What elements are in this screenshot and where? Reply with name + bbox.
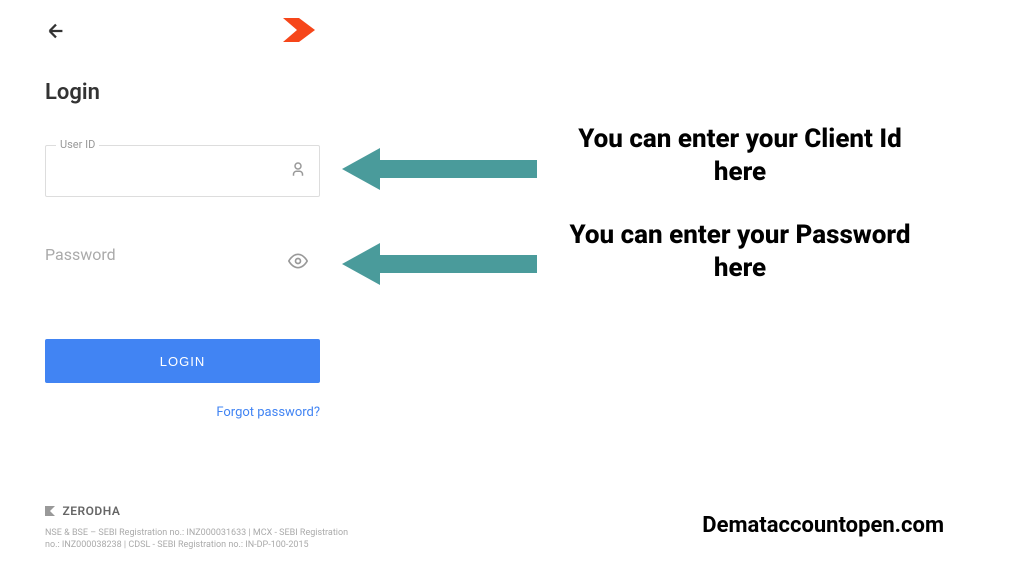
login-title: Login [45,80,320,105]
password-placeholder: Password [45,245,116,264]
user-id-field[interactable] [58,154,307,188]
back-arrow-icon[interactable] [45,20,67,46]
user-icon [289,160,307,182]
login-form: Login User ID Password LOGIN Forgot pass… [45,80,320,420]
kite-logo-icon [283,18,315,46]
footer-disclaimer: NSE & BSE – SEBI Registration no.: INZ00… [45,527,355,552]
user-id-label: User ID [56,138,99,151]
forgot-password-link[interactable]: Forgot password? [45,405,320,420]
annotation-text-client-id: You can enter your Client Id here [560,123,920,188]
watermark: Demataccountopen.com [702,513,944,538]
annotation-arrow-password [342,243,537,289]
footer-brand: ZERODHA [45,504,355,519]
footer: ZERODHA NSE & BSE – SEBI Registration no… [45,504,355,552]
password-input-group[interactable]: Password [45,237,320,289]
user-id-input-group[interactable]: User ID [45,145,320,197]
footer-brand-text: ZERODHA [62,504,120,518]
annotation-text-password: You can enter your Password here [560,219,920,284]
zerodha-logo-icon [45,505,55,519]
annotation-arrow-client-id [342,148,537,194]
login-button[interactable]: LOGIN [45,339,320,383]
eye-icon[interactable] [288,251,308,275]
